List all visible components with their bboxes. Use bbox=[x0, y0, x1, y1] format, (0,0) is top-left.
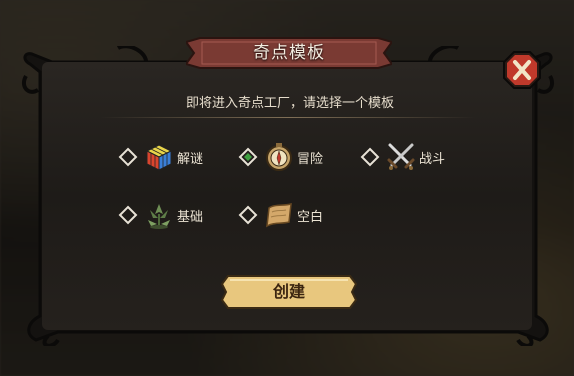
template-option-battle[interactable]: 战斗 bbox=[360, 142, 445, 172]
template-label: 空白 bbox=[297, 209, 324, 225]
rubiks-cube-icon bbox=[145, 144, 173, 171]
radio-selected-icon[interactable] bbox=[238, 147, 258, 167]
dialog-subtitle: 即将进入奇点工厂，请选择一个模板 bbox=[185, 96, 394, 111]
radio-unselected-icon[interactable] bbox=[118, 147, 138, 167]
radio-unselected-icon[interactable] bbox=[118, 205, 138, 225]
create-button[interactable]: 创建 bbox=[220, 274, 358, 310]
template-option-puzzle[interactable]: 解谜 bbox=[118, 142, 203, 172]
radio-unselected-icon[interactable] bbox=[360, 147, 380, 167]
template-label: 基础 bbox=[177, 209, 204, 225]
plant-icon bbox=[148, 204, 170, 229]
create-button-label: 创建 bbox=[272, 282, 305, 301]
template-option-adventure[interactable]: 冒险 bbox=[238, 142, 323, 172]
template-label: 战斗 bbox=[419, 151, 446, 167]
compass-icon bbox=[266, 143, 292, 171]
template-label: 解谜 bbox=[177, 151, 204, 167]
crossed-swords-icon bbox=[387, 143, 415, 170]
close-icon bbox=[503, 51, 541, 89]
radio-unselected-icon[interactable] bbox=[238, 205, 258, 225]
template-label: 冒险 bbox=[297, 151, 324, 167]
close-button[interactable] bbox=[502, 50, 542, 90]
parchment-icon bbox=[266, 202, 292, 228]
template-option-basic[interactable]: 基础 bbox=[118, 200, 203, 230]
divider bbox=[100, 117, 476, 118]
template-option-blank[interactable]: 空白 bbox=[238, 200, 323, 230]
dialog-title: 奇点模板 bbox=[253, 43, 325, 63]
